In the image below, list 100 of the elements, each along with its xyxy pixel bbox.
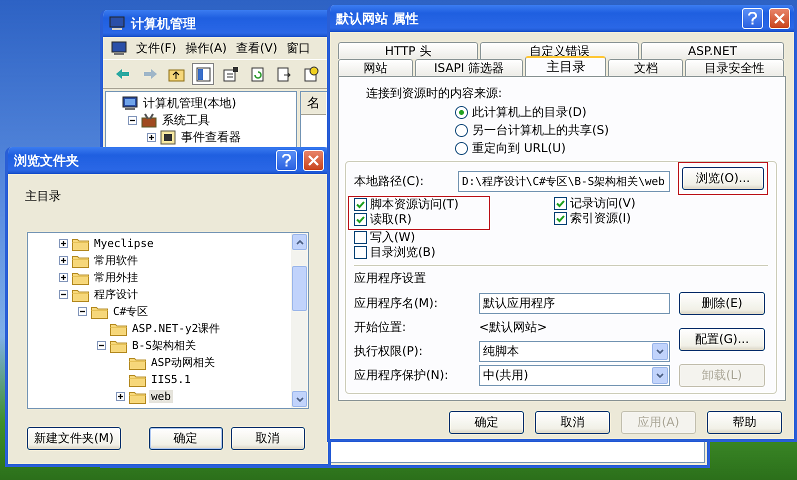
dialog-button[interactable]: 新建文件夹(M) xyxy=(27,427,121,450)
folder-icon xyxy=(91,304,108,318)
radio-button[interactable] xyxy=(455,106,468,118)
dropdown[interactable]: 纯脚本 xyxy=(479,340,670,362)
tree-item[interactable]: 常用外挂 xyxy=(92,270,140,285)
close-icon xyxy=(308,155,319,166)
tree-item[interactable]: IIS5.1 xyxy=(149,373,193,386)
scroll-down-icon xyxy=(296,396,304,402)
field-label: 开始位置: xyxy=(354,318,408,336)
tree-item[interactable]: 常用软件 xyxy=(92,253,140,268)
dialog-button[interactable]: 取消 xyxy=(230,427,305,450)
tree-item[interactable]: 计算机管理(本地) xyxy=(141,95,238,112)
tree-tool-icon[interactable] xyxy=(192,63,214,85)
menu-item[interactable]: 操作(A) xyxy=(185,40,227,56)
dropdown[interactable]: 中(共用) xyxy=(479,364,670,386)
folder-icon xyxy=(129,356,146,370)
browse-button[interactable]: 浏览(O)... xyxy=(682,166,764,190)
tab[interactable]: 目录安全性 xyxy=(685,59,784,76)
folder-icon xyxy=(110,322,127,336)
app-name-field[interactable]: 默认应用程序 xyxy=(479,292,670,314)
help-button[interactable] xyxy=(276,150,297,171)
field-label: 执行权限(P): xyxy=(354,342,424,360)
scrollbar[interactable] xyxy=(291,233,308,408)
tab[interactable]: 主目录 xyxy=(525,56,606,76)
collapse-icon[interactable] xyxy=(78,307,87,316)
menu-item[interactable]: 文件(F) xyxy=(136,40,176,56)
checkbox[interactable] xyxy=(554,197,567,210)
tree-item[interactable]: ASP动网相关 xyxy=(149,355,217,370)
description-text: 主目录 xyxy=(25,189,61,203)
scroll-up-icon xyxy=(296,240,304,244)
computer-icon xyxy=(109,16,125,31)
radio-label: 另一台计算机上的共享(S) xyxy=(472,122,609,138)
tab[interactable]: HTTP 头 xyxy=(338,42,478,59)
collapse-icon[interactable] xyxy=(59,290,68,299)
folder-icon xyxy=(72,236,89,250)
tree-item[interactable]: web xyxy=(149,390,173,403)
column-header[interactable]: 名 xyxy=(301,92,326,115)
remove-button[interactable]: 删除(E) xyxy=(679,292,765,314)
expand-icon[interactable] xyxy=(59,239,68,248)
configure-button[interactable]: 配置(G)... xyxy=(679,328,765,350)
folder-icon xyxy=(110,338,127,352)
checkbox[interactable] xyxy=(354,246,367,259)
dialog-button[interactable]: 确定 xyxy=(449,411,524,434)
field-label: 本地路径(C): xyxy=(354,172,425,190)
close-icon xyxy=(774,13,785,24)
checkbox[interactable] xyxy=(354,198,367,211)
folder-icon xyxy=(72,254,89,268)
checkbox[interactable] xyxy=(354,231,367,244)
radio-button[interactable] xyxy=(455,142,468,154)
log-viewer-icon xyxy=(160,130,176,145)
expand-icon[interactable] xyxy=(59,256,68,265)
tab[interactable]: ISAPI 筛选器 xyxy=(414,59,524,76)
close-button[interactable] xyxy=(769,8,790,29)
field-label: 应用程序保护(N): xyxy=(354,366,450,384)
expand-icon[interactable] xyxy=(59,273,68,282)
dialog-button[interactable]: 帮助 xyxy=(707,411,782,434)
dialog-button[interactable]: 确定 xyxy=(148,427,223,450)
path-field[interactable]: D:\程序设计\C#专区\B-S架构相关\web xyxy=(458,170,670,192)
window-title: 计算机管理 xyxy=(131,16,196,32)
collapse-icon[interactable] xyxy=(97,341,106,350)
folder-icon xyxy=(129,390,146,404)
field-label: 应用程序名(M): xyxy=(354,294,439,312)
tree-item[interactable]: ASP.NET-y2课件 xyxy=(130,321,222,336)
expand-icon[interactable] xyxy=(116,392,125,401)
window-title: 浏览文件夹 xyxy=(14,152,79,170)
menu-item[interactable]: 窗口 xyxy=(286,40,310,56)
window-title: 默认网站 属性 xyxy=(336,10,419,28)
dialog-button[interactable]: 取消 xyxy=(535,411,610,434)
toolbox-icon xyxy=(141,113,157,128)
tab[interactable]: 网站 xyxy=(338,59,413,76)
radio-label: 此计算机上的目录(D) xyxy=(472,104,587,120)
checkbox-label: 脚本资源访问(T) xyxy=(370,196,459,213)
help-icon xyxy=(282,154,291,167)
menu-item[interactable]: 查看(V) xyxy=(236,40,278,56)
checkbox-label: 记录访问(V) xyxy=(570,195,636,212)
checkbox[interactable] xyxy=(354,213,367,226)
folder-icon xyxy=(72,270,89,284)
help-button[interactable] xyxy=(742,8,763,29)
close-button[interactable] xyxy=(303,150,324,171)
help-icon xyxy=(748,12,757,25)
expand-icon[interactable] xyxy=(147,133,156,142)
checkbox-label: 索引资源(I) xyxy=(570,210,631,227)
tree-item[interactable]: 程序设计 xyxy=(92,287,140,302)
tree-item[interactable]: B-S架构相关 xyxy=(130,338,198,353)
tree-item[interactable]: Myeclipse xyxy=(92,237,156,250)
scroll-thumb[interactable] xyxy=(292,266,307,311)
tab[interactable]: 文档 xyxy=(608,59,684,76)
section-label: 应用程序设置 xyxy=(354,270,427,287)
tree-item[interactable]: C#专区 xyxy=(111,304,150,319)
checkbox-label: 读取(R) xyxy=(370,211,412,228)
tree-item[interactable]: 系统工具 xyxy=(160,112,212,129)
collapse-icon[interactable] xyxy=(128,116,137,125)
checkbox-label: 目录浏览(B) xyxy=(370,244,436,261)
computer-icon xyxy=(111,40,127,56)
tree-item[interactable]: 事件查看器 xyxy=(179,129,243,146)
checkbox[interactable] xyxy=(554,212,567,225)
checkbox-label: 写入(W) xyxy=(370,229,416,246)
radio-button[interactable] xyxy=(455,124,468,136)
folder-icon xyxy=(72,288,89,302)
tab[interactable]: ASP.NET xyxy=(641,42,784,59)
